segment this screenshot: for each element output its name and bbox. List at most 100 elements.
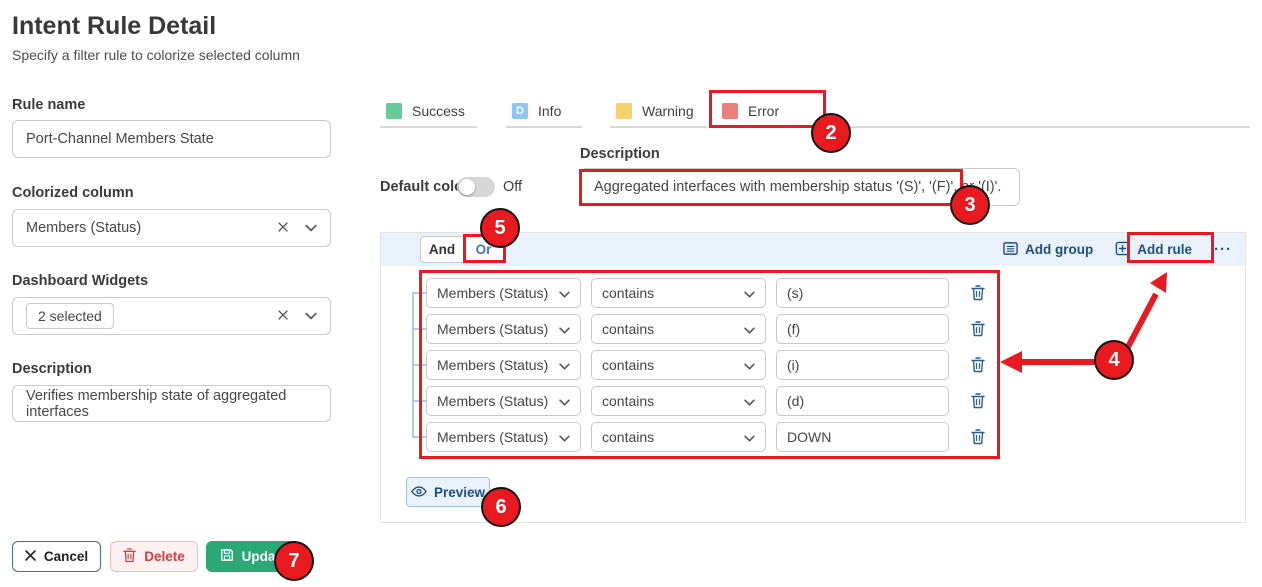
- colorized-column-select[interactable]: Members (Status): [12, 209, 331, 247]
- trash-icon[interactable]: [971, 285, 985, 301]
- warning-color-swatch: [616, 103, 632, 119]
- default-color-toggle[interactable]: [457, 177, 495, 197]
- trash-icon[interactable]: [971, 357, 985, 373]
- rule-column-value: Members (Status): [437, 429, 548, 445]
- rule-value-input[interactable]: (f): [776, 314, 949, 344]
- chevron-down-icon: [744, 393, 755, 409]
- chevron-down-icon: [744, 357, 755, 373]
- severity-description-label: Description: [580, 146, 660, 162]
- add-group-button[interactable]: Add group: [1003, 241, 1093, 259]
- tab-strip-filler: [832, 96, 1250, 128]
- annotation-step-6-badge: 6: [481, 487, 521, 527]
- rule-name-value: Port-Channel Members State: [26, 131, 214, 147]
- tree-stub: [412, 292, 426, 294]
- chevron-down-icon[interactable]: [305, 308, 317, 324]
- rule-value-input[interactable]: DOWN: [776, 422, 949, 452]
- cancel-label: Cancel: [44, 549, 88, 564]
- add-group-label: Add group: [1025, 242, 1093, 257]
- rule-column-select[interactable]: Members (Status): [426, 386, 581, 416]
- eye-icon: [411, 485, 427, 500]
- rule-column-value: Members (Status): [437, 321, 548, 337]
- rule-operator-value: contains: [602, 393, 654, 409]
- close-icon: [25, 549, 36, 564]
- selected-count-chip: 2 selected: [26, 303, 114, 329]
- rule-value-input[interactable]: (d): [776, 386, 949, 416]
- tab-success-label: Success: [412, 103, 465, 119]
- tab-info-label: Info: [538, 103, 561, 119]
- tab-success[interactable]: Success: [380, 96, 477, 128]
- rule-operator-select[interactable]: contains: [591, 314, 766, 344]
- cancel-button[interactable]: Cancel: [12, 541, 101, 572]
- clear-icon[interactable]: [278, 220, 288, 236]
- page-subtitle: Specify a filter rule to colorize select…: [12, 47, 300, 63]
- rule-row: Members (Status) contains (d): [426, 386, 985, 416]
- annotation-step-4-badge: 4: [1094, 340, 1134, 380]
- trash-icon[interactable]: [971, 321, 985, 337]
- chevron-down-icon: [559, 357, 570, 373]
- tree-stub: [412, 436, 426, 438]
- rule-operator-select[interactable]: contains: [591, 278, 766, 308]
- toggle-state-label: Off: [503, 179, 522, 195]
- toggle-knob: [459, 179, 475, 195]
- chevron-down-icon: [559, 429, 570, 445]
- description-label: Description: [12, 361, 92, 377]
- rule-column-select[interactable]: Members (Status): [426, 350, 581, 380]
- error-color-swatch: [722, 103, 738, 119]
- chevron-down-icon[interactable]: [305, 220, 317, 236]
- tab-info[interactable]: D Info: [506, 96, 582, 128]
- tab-error-label: Error: [748, 103, 779, 119]
- and-button[interactable]: And: [420, 236, 464, 263]
- rule-column-select[interactable]: Members (Status): [426, 314, 581, 344]
- rule-value: (i): [787, 357, 799, 373]
- page-title: Intent Rule Detail: [12, 12, 216, 41]
- rule-operator-select[interactable]: contains: [591, 422, 766, 452]
- annotation-step-2-badge: 2: [811, 113, 851, 153]
- rule-value: (f): [787, 321, 800, 337]
- description-input[interactable]: Verifies membership state of aggregated …: [12, 385, 331, 422]
- dashboard-widgets-label: Dashboard Widgets: [12, 273, 148, 289]
- add-rule-button[interactable]: Add rule: [1115, 241, 1192, 259]
- chevron-down-icon: [744, 285, 755, 301]
- rule-row: Members (Status) contains (i): [426, 350, 985, 380]
- more-options-button[interactable]: ···: [1214, 241, 1232, 258]
- tab-warning[interactable]: Warning: [610, 96, 707, 128]
- annotation-step-3-badge: 3: [950, 185, 990, 225]
- rule-row: Members (Status) contains (s): [426, 278, 985, 308]
- tree-stub: [412, 400, 426, 402]
- colorized-column-label: Colorized column: [12, 185, 134, 201]
- add-rule-label: Add rule: [1137, 242, 1192, 257]
- clear-icon[interactable]: [278, 308, 288, 324]
- trash-icon[interactable]: [971, 393, 985, 409]
- description-value: Verifies membership state of aggregated …: [26, 388, 317, 420]
- preview-button[interactable]: Preview: [406, 477, 490, 507]
- rule-name-input[interactable]: Port-Channel Members State: [12, 120, 331, 158]
- dashboard-widgets-select[interactable]: 2 selected: [12, 297, 331, 335]
- list-icon: [1003, 241, 1018, 259]
- delete-label: Delete: [144, 549, 185, 564]
- rule-value-input[interactable]: (s): [776, 278, 949, 308]
- rule-column-select[interactable]: Members (Status): [426, 422, 581, 452]
- default-badge: D: [516, 106, 524, 117]
- rule-row: Members (Status) contains (f): [426, 314, 985, 344]
- tab-error[interactable]: Error: [712, 96, 826, 128]
- rule-value: (d): [787, 393, 804, 409]
- rule-value-input[interactable]: (i): [776, 350, 949, 380]
- info-color-swatch: D: [512, 103, 528, 119]
- chevron-down-icon: [559, 393, 570, 409]
- success-color-swatch: [386, 103, 402, 119]
- annotation-step-7-badge: 7: [274, 541, 314, 581]
- rule-operator-select[interactable]: contains: [591, 386, 766, 416]
- rule-column-value: Members (Status): [437, 285, 548, 301]
- rule-column-value: Members (Status): [437, 393, 548, 409]
- tab-warning-label: Warning: [642, 103, 694, 119]
- trash-icon[interactable]: [971, 429, 985, 445]
- delete-button[interactable]: Delete: [110, 541, 198, 572]
- rule-column-select[interactable]: Members (Status): [426, 278, 581, 308]
- colorized-column-value: Members (Status): [26, 220, 141, 236]
- save-icon: [220, 548, 234, 565]
- intent-rule-detail-page: Intent Rule Detail Specify a filter rule…: [0, 0, 1262, 587]
- annotation-step-5-badge: 5: [480, 208, 520, 248]
- chevron-down-icon: [559, 285, 570, 301]
- rule-operator-select[interactable]: contains: [591, 350, 766, 380]
- rule-name-label: Rule name: [12, 97, 85, 113]
